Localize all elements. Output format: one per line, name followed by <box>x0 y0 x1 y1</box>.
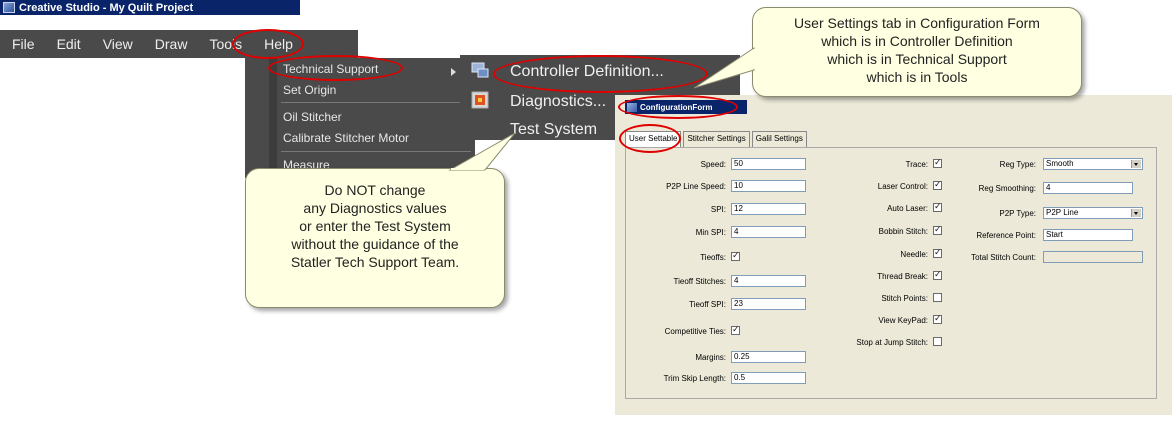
menu-edit[interactable]: Edit <box>46 36 92 52</box>
callout-line: which is in Tools <box>866 69 968 85</box>
diagnostics-icon <box>471 91 489 109</box>
p2p-line-speed-input[interactable]: 10 <box>731 180 806 192</box>
reg-type-label: Reg Type: <box>999 160 1036 169</box>
trace-label: Trace: <box>905 160 928 169</box>
highlight-user-settable-tab <box>619 124 681 153</box>
menu-file[interactable]: File <box>0 36 46 52</box>
trim-skip-length-label: Trim Skip Length: <box>663 374 726 383</box>
stop-at-jump-stitch-checkbox[interactable] <box>933 337 942 346</box>
reg-smoothing-label: Reg Smoothing: <box>978 184 1036 193</box>
app-icon <box>3 2 15 13</box>
menu-item-oil-stitcher[interactable]: Oil Stitcher <box>283 110 342 124</box>
laser-control-label: Laser Control: <box>877 182 928 191</box>
highlight-tools-menu <box>232 29 304 59</box>
menu-draw[interactable]: Draw <box>144 36 199 52</box>
reference-point-label: Reference Point: <box>976 231 1036 240</box>
callout-user-settings: User Settings tab in Configuration Form … <box>752 7 1082 97</box>
competitive-ties-checkbox[interactable]: ✓ <box>731 326 740 335</box>
chevron-down-icon[interactable] <box>1131 160 1141 168</box>
tieoffs-checkbox[interactable]: ✓ <box>731 252 740 261</box>
menu-separator <box>281 102 471 103</box>
reference-point-value: Start <box>1046 230 1063 239</box>
callout-line: Statler Tech Support Team. <box>290 254 460 270</box>
torn-gap <box>0 15 360 30</box>
stop-at-jump-stitch-label: Stop at Jump Stitch: <box>856 338 928 347</box>
callout-line: without the guidance of the <box>291 236 459 252</box>
callout-line: or enter the Test System <box>299 218 451 234</box>
needle-label: Needle: <box>900 250 928 259</box>
callout-line: any Diagnostics values <box>303 200 447 216</box>
tieoff-stitches-input[interactable]: 4 <box>731 275 806 287</box>
reg-type-select[interactable]: Smooth <box>1043 158 1143 170</box>
thread-break-checkbox[interactable]: ✓ <box>933 271 942 280</box>
tieoff-spi-input[interactable]: 23 <box>731 298 806 310</box>
spi-input[interactable]: 12 <box>731 203 806 215</box>
view-keypad-checkbox[interactable]: ✓ <box>933 315 942 324</box>
highlight-controller-definition <box>493 55 708 93</box>
tieoff-stitches-label: Tieoff Stitches: <box>673 277 726 286</box>
configuration-form: ConfigurationForm User Settable Stitcher… <box>615 95 1172 415</box>
p2p-line-speed-label: P2P Line Speed: <box>666 182 726 191</box>
callout-line: which is in Technical Support <box>827 51 1007 67</box>
callout-line: User Settings tab in Configuration Form <box>794 15 1040 31</box>
app-title-bar: Creative Studio - My Quilt Project <box>0 0 300 15</box>
margins-label: Margins: <box>695 353 726 362</box>
view-keypad-label: View KeyPad: <box>878 316 928 325</box>
trace-checkbox[interactable]: ✓ <box>933 159 942 168</box>
min-spi-label: Min SPI: <box>695 228 726 237</box>
needle-checkbox[interactable]: ✓ <box>933 249 942 258</box>
stitch-points-checkbox[interactable] <box>933 293 942 302</box>
total-stitch-count-field <box>1043 251 1143 263</box>
bobbin-stitch-label: Bobbin Stitch: <box>878 227 928 236</box>
spi-label: SPI: <box>710 205 726 214</box>
user-settable-panel: Speed: 50 P2P Line Speed: 10 SPI: 12 Min… <box>625 147 1157 399</box>
reg-smoothing-input[interactable]: 4 <box>1043 182 1133 194</box>
menu-bar: File Edit View Draw Tools Help <box>0 30 358 58</box>
speed-input[interactable]: 50 <box>731 158 806 170</box>
callout-line: which is in Controller Definition <box>821 33 1013 49</box>
tieoffs-label: Tieoffs: <box>700 253 726 262</box>
menu-view[interactable]: View <box>92 36 144 52</box>
competitive-ties-label: Competitive Ties: <box>664 327 726 336</box>
p2p-type-value: P2P Line <box>1046 208 1079 217</box>
laser-control-checkbox[interactable]: ✓ <box>933 181 942 190</box>
stitch-points-label: Stitch Points: <box>881 294 928 303</box>
reference-point-select[interactable]: Start <box>1043 229 1133 241</box>
callout-bottom-pointer <box>448 132 516 171</box>
menu-item-diagnostics[interactable]: Diagnostics... <box>510 93 606 111</box>
total-stitch-count-label: Total Stitch Count: <box>971 253 1036 262</box>
reg-type-value: Smooth <box>1046 159 1074 168</box>
p2p-type-label: P2P Type: <box>999 209 1036 218</box>
controller-definition-icon <box>471 62 489 78</box>
p2p-type-select[interactable]: P2P Line <box>1043 207 1143 219</box>
speed-label: Speed: <box>700 160 726 169</box>
tieoff-spi-label: Tieoff SPI: <box>689 300 726 309</box>
margins-input[interactable]: 0.25 <box>731 351 806 363</box>
auto-laser-checkbox[interactable]: ✓ <box>933 203 942 212</box>
submenu-arrow-icon <box>451 68 456 76</box>
bobbin-stitch-checkbox[interactable]: ✓ <box>933 226 942 235</box>
menu-item-calibrate-stitcher-motor[interactable]: Calibrate Stitcher Motor <box>283 131 409 145</box>
min-spi-input[interactable]: 4 <box>731 226 806 238</box>
tab-galil-settings[interactable]: Galil Settings <box>751 131 807 147</box>
highlight-configuration-form-title <box>618 95 738 119</box>
menu-item-set-origin[interactable]: Set Origin <box>283 83 336 97</box>
auto-laser-label: Auto Laser: <box>887 204 928 213</box>
thread-break-label: Thread Break: <box>877 272 928 281</box>
trim-skip-length-input[interactable]: 0.5 <box>731 372 806 384</box>
tab-stitcher-settings[interactable]: Stitcher Settings <box>683 131 750 147</box>
dropdown-gutter <box>269 58 277 178</box>
highlight-technical-support <box>268 55 403 81</box>
app-title: Creative Studio - My Quilt Project <box>19 1 194 14</box>
chevron-down-icon[interactable] <box>1131 209 1141 217</box>
